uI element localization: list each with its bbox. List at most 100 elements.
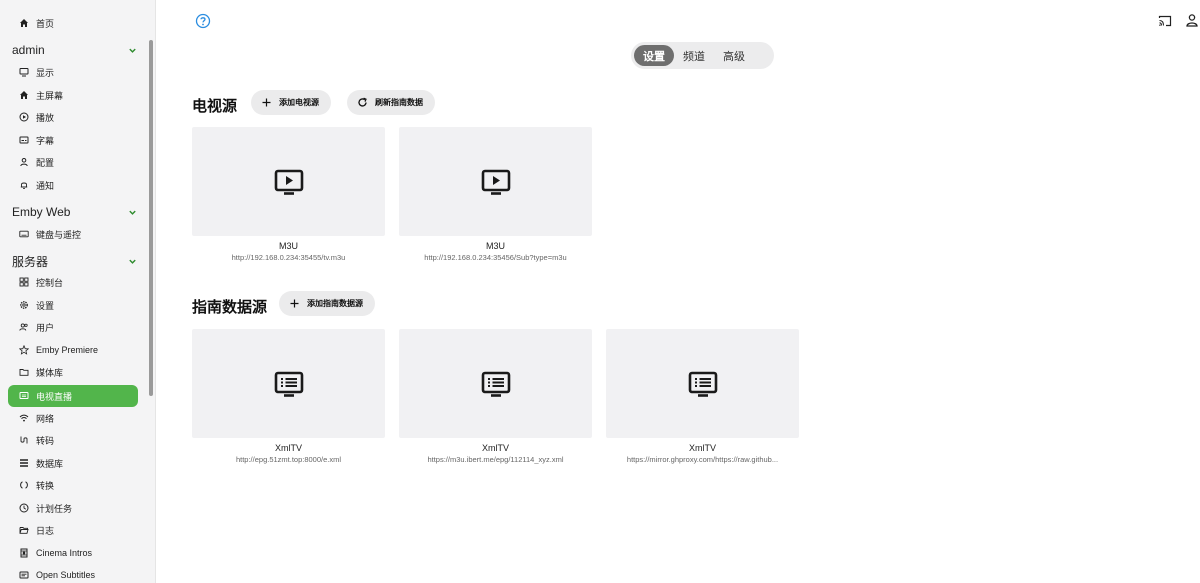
sidebar-item-label: 用户 — [36, 322, 55, 333]
section-header-label: 服务器 — [12, 254, 49, 269]
button-label: 添加指南数据源 — [307, 299, 363, 308]
sidebar-item-playback[interactable]: 播放 — [8, 106, 138, 128]
home-icon — [19, 18, 29, 28]
sidebar-item-label: 媒体库 — [36, 367, 64, 378]
sidebar-section-emby-web[interactable]: Emby Web — [12, 203, 137, 221]
keyboard-icon — [19, 229, 29, 239]
live-tv-icon — [19, 391, 29, 401]
sidebar-item-label: 设置 — [36, 300, 55, 311]
sidebar-item-label: 通知 — [36, 180, 55, 191]
wifi-icon — [19, 413, 29, 423]
person-icon — [19, 157, 29, 167]
guide-source-card[interactable]: XmlTV https://mirror.ghproxy.com/https:/… — [606, 329, 799, 464]
help-icon[interactable] — [195, 13, 211, 29]
sidebar-item-label: 控制台 — [36, 277, 64, 288]
guide-source-card[interactable]: XmlTV http://epg.51zmt.top:8000/e.xml — [192, 329, 385, 464]
sidebar-item-emby-premiere[interactable]: Emby Premiere — [8, 339, 138, 361]
guide-source-card[interactable]: XmlTV https://m3u.ibert.me/epg/112114_xy… — [399, 329, 592, 464]
sidebar-item-database[interactable]: 数据库 — [8, 452, 138, 474]
sidebar-item-users[interactable]: 用户 — [8, 316, 138, 338]
card-thumbnail[interactable] — [606, 329, 799, 438]
users-icon — [19, 322, 29, 332]
card-url: http://epg.51zmt.top:8000/e.xml — [235, 455, 342, 464]
transcode-icon — [19, 435, 29, 445]
sidebar-item-cinema-intros[interactable]: Cinema Intros — [8, 542, 138, 564]
sidebar-item-library[interactable]: 媒体库 — [8, 361, 138, 383]
sidebar-item-dashboard[interactable]: 控制台 — [8, 271, 138, 293]
tab-channels[interactable]: 频道 — [674, 45, 714, 66]
section-header-label: admin — [12, 43, 45, 57]
sidebar-item-label: 首页 — [36, 18, 55, 29]
sidebar-section-admin[interactable]: admin — [12, 41, 137, 59]
section-header-label: Emby Web — [12, 205, 71, 219]
sidebar: 首页 admin 显示 主屏幕 播放 字幕 配置 通知 Emby Web 键盘与… — [0, 0, 156, 583]
folder-open-icon — [19, 525, 29, 535]
tv-play-icon — [481, 169, 510, 195]
card-thumbnail[interactable] — [192, 127, 385, 236]
sidebar-item-settings[interactable]: 设置 — [8, 294, 138, 316]
card-thumbnail[interactable] — [192, 329, 385, 438]
chevron-down-icon — [129, 259, 136, 264]
add-tv-source-button[interactable]: 添加电视源 — [251, 90, 331, 115]
sidebar-item-home[interactable]: 首页 — [8, 12, 138, 34]
gear-icon — [19, 300, 29, 310]
add-guide-source-button[interactable]: 添加指南数据源 — [279, 291, 375, 316]
subtitles-icon — [19, 135, 29, 145]
card-title: XmlTV — [275, 443, 302, 453]
sidebar-item-homescreen[interactable]: 主屏幕 — [8, 84, 138, 106]
sidebar-item-subtitles[interactable]: 字幕 — [8, 129, 138, 151]
database-icon — [19, 458, 29, 468]
guide-list-icon — [274, 371, 303, 397]
sidebar-item-label: 转换 — [36, 480, 55, 491]
folder-icon — [19, 367, 29, 377]
sidebar-section-server[interactable]: 服务器 — [12, 252, 137, 270]
sidebar-item-label: 字幕 — [36, 135, 55, 146]
guide-sources-title: 指南数据源 — [192, 299, 268, 316]
sidebar-item-label: 数据库 — [36, 458, 64, 469]
subtitles-icon — [19, 570, 29, 580]
sidebar-item-label: 键盘与遥控 — [36, 229, 82, 240]
sidebar-item-label: 网络 — [36, 413, 55, 424]
button-label: 添加电视源 — [279, 98, 319, 107]
dashboard-icon — [19, 277, 29, 287]
tab-settings[interactable]: 设置 — [634, 45, 674, 66]
sidebar-item-label: 电视直播 — [36, 391, 73, 402]
sidebar-item-conversion[interactable]: 转换 — [8, 474, 138, 496]
sidebar-item-transcoding[interactable]: 转码 — [8, 429, 138, 451]
button-label: 刷新指南数据 — [375, 98, 423, 107]
card-thumbnail[interactable] — [399, 127, 592, 236]
play-circle-icon — [19, 112, 29, 122]
sidebar-item-open-subtitles[interactable]: Open Subtitles — [8, 564, 138, 583]
sidebar-item-keyboard-remote[interactable]: 键盘与遥控 — [8, 223, 138, 245]
guide-list-icon — [688, 371, 717, 397]
chevron-down-icon — [129, 210, 136, 215]
cast-icon[interactable] — [1158, 14, 1172, 28]
tv-source-card[interactable]: M3U http://192.168.0.234:35455/tv.m3u — [192, 127, 385, 262]
sidebar-item-label: Open Subtitles — [36, 570, 96, 580]
sidebar-item-scheduled-tasks[interactable]: 计划任务 — [8, 497, 138, 519]
sidebar-item-label: 显示 — [36, 67, 55, 78]
card-title: XmlTV — [482, 443, 509, 453]
card-title: M3U — [485, 241, 505, 251]
card-url: http://192.168.0.234:35456/Sub?type=m3u — [424, 253, 567, 262]
user-icon[interactable] — [1185, 13, 1199, 27]
sidebar-item-display[interactable]: 显示 — [8, 61, 138, 83]
tv-source-card[interactable]: M3U http://192.168.0.234:35456/Sub?type=… — [399, 127, 592, 262]
sidebar-item-label: 计划任务 — [36, 503, 73, 514]
sidebar-item-network[interactable]: 网络 — [8, 407, 138, 429]
tv-sources-title: 电视源 — [192, 98, 238, 115]
refresh-guide-data-button[interactable]: 刷新指南数据 — [347, 90, 435, 115]
sidebar-item-live-tv[interactable]: 电视直播 — [8, 385, 138, 407]
convert-icon — [19, 480, 29, 490]
sidebar-item-profile[interactable]: 配置 — [8, 151, 138, 173]
sidebar-item-notifications[interactable]: 通知 — [8, 174, 138, 196]
tab-advanced[interactable]: 高级 — [714, 45, 754, 66]
bell-icon — [19, 180, 29, 190]
sidebar-item-label: 日志 — [36, 525, 55, 536]
refresh-icon — [357, 97, 368, 108]
card-thumbnail[interactable] — [399, 329, 592, 438]
sidebar-scrollbar[interactable] — [149, 40, 153, 396]
clock-icon — [19, 503, 29, 513]
sidebar-item-label: 播放 — [36, 112, 55, 123]
sidebar-item-logs[interactable]: 日志 — [8, 519, 138, 541]
